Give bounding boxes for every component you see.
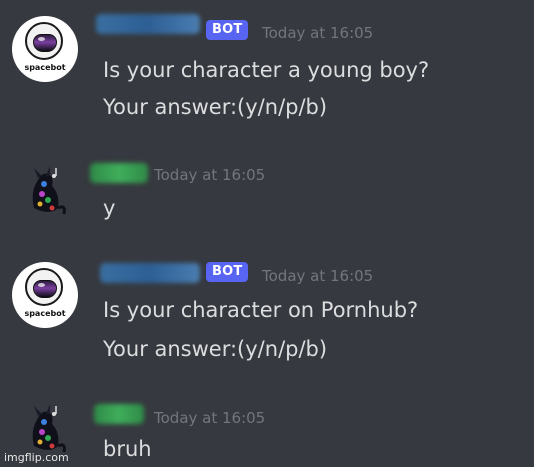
message-timestamp: Today at 16:05	[262, 24, 374, 42]
message-text: Is your character a young boy?	[103, 58, 430, 82]
user-avatar[interactable]	[20, 164, 70, 220]
astronaut-helmet-icon	[25, 268, 63, 306]
user-avatar[interactable]	[20, 402, 70, 458]
avatar-logo-text: spacebot	[24, 63, 66, 72]
bot-avatar[interactable]: spacebot	[12, 16, 78, 82]
creature-avatar-icon	[32, 404, 66, 453]
astronaut-helmet-icon	[25, 22, 63, 60]
username-redacted[interactable]	[90, 163, 148, 183]
message-text: Your answer:(y/n/p/b)	[103, 95, 328, 119]
message-bot-1: spacebot BOT Today at 16:05 Is your char…	[0, 0, 534, 130]
bot-tag-badge: BOT	[206, 262, 249, 282]
message-text: Your answer:(y/n/p/b)	[103, 337, 328, 361]
message-timestamp: Today at 16:05	[154, 166, 266, 184]
message-text: Is your character on Pornhub?	[103, 298, 419, 322]
message-user-2: Today at 16:05 bruh	[0, 392, 534, 467]
creature-avatar-icon	[32, 166, 66, 215]
bot-avatar[interactable]: spacebot	[12, 262, 78, 328]
username-redacted[interactable]	[94, 404, 144, 424]
message-text: bruh	[103, 437, 152, 461]
avatar-logo-text: spacebot	[24, 309, 66, 318]
message-timestamp: Today at 16:05	[154, 409, 266, 427]
bot-tag-badge: BOT	[206, 20, 249, 40]
message-bot-2: spacebot BOT Today at 16:05 Is your char…	[0, 250, 534, 380]
username-redacted[interactable]	[96, 14, 200, 34]
username-redacted[interactable]	[100, 263, 200, 283]
watermark-text: imgflip.com	[4, 451, 69, 464]
message-user-1: Today at 16:05 y	[0, 150, 534, 230]
message-text: y	[103, 196, 116, 220]
message-timestamp: Today at 16:05	[262, 267, 374, 285]
